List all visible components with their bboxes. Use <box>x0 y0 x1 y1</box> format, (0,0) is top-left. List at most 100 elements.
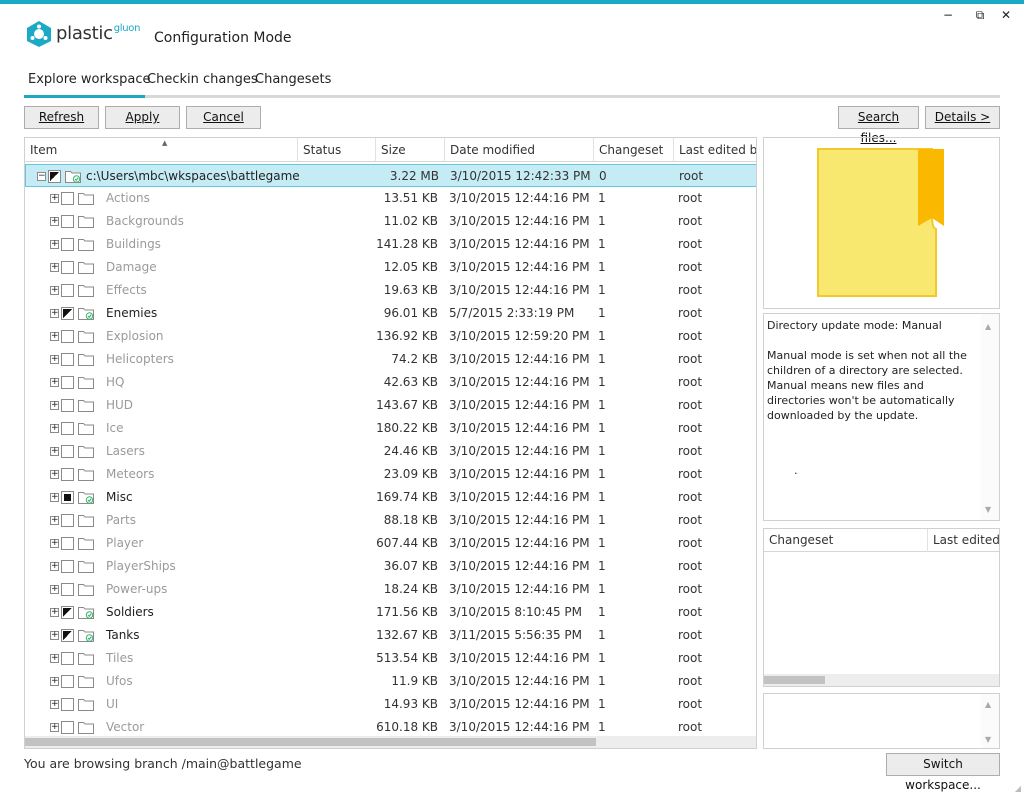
selection-checkbox[interactable] <box>61 261 74 274</box>
table-row[interactable]: + UI 14.93 KB 3/10/2015 12:44:16 PM 1 root <box>25 693 756 716</box>
selection-checkbox[interactable] <box>61 583 74 596</box>
restore-button[interactable]: ⧉ <box>972 8 988 23</box>
expand-toggle-icon[interactable]: + <box>50 286 59 295</box>
expand-toggle-icon[interactable]: + <box>50 608 59 617</box>
column-header-status[interactable]: Status <box>297 138 375 162</box>
selection-checkbox[interactable] <box>61 399 74 412</box>
expand-toggle-icon[interactable]: + <box>50 516 59 525</box>
expand-toggle-icon[interactable]: + <box>50 723 59 732</box>
expand-toggle-icon[interactable]: + <box>50 194 59 203</box>
expand-toggle-icon[interactable]: + <box>50 263 59 272</box>
expand-toggle-icon[interactable]: + <box>50 539 59 548</box>
table-row[interactable]: + Effects 19.63 KB 3/10/2015 12:44:16 PM 1 ro… <box>25 279 756 302</box>
selection-checkbox[interactable] <box>61 284 74 297</box>
cancel-button[interactable]: Cancel <box>186 106 261 129</box>
scrollbar-thumb[interactable] <box>764 676 825 684</box>
selection-checkbox[interactable] <box>61 606 74 619</box>
expand-toggle-icon[interactable]: + <box>50 700 59 709</box>
close-button[interactable]: ✕ <box>998 8 1014 22</box>
table-row[interactable]: + Lasers 24.46 KB 3/10/2015 12:44:16 PM 1 roo… <box>25 440 756 463</box>
expand-toggle-icon[interactable]: + <box>50 654 59 663</box>
column-header-last-edited-by[interactable]: Last edited by <box>927 529 999 552</box>
expand-toggle-icon[interactable]: + <box>50 355 59 364</box>
minimize-button[interactable]: − <box>940 8 956 22</box>
expand-toggle-icon[interactable]: + <box>50 470 59 479</box>
tab-explore-workspace[interactable]: Explore workspace <box>28 72 151 87</box>
scroll-down-icon[interactable]: ▼ <box>985 502 991 517</box>
table-row[interactable]: + Explosion 136.92 KB 3/10/2015 12:59:20 PM… <box>25 325 756 348</box>
expand-toggle-icon[interactable]: + <box>50 677 59 686</box>
selection-checkbox[interactable] <box>61 629 74 642</box>
selection-checkbox[interactable] <box>61 192 74 205</box>
table-row[interactable]: + Ufos 11.9 KB 3/10/2015 12:44:16 PM 1 root <box>25 670 756 693</box>
selection-checkbox[interactable] <box>61 445 74 458</box>
tab-changesets[interactable]: Changesets <box>255 72 331 87</box>
expand-toggle-icon[interactable]: + <box>50 447 59 456</box>
scroll-up-icon[interactable]: ▲ <box>985 700 991 709</box>
table-row[interactable]: + Actions 13.51 KB 3/10/2015 12:44:16 PM 1 ro… <box>25 187 756 210</box>
expand-toggle-icon[interactable]: + <box>50 378 59 387</box>
column-header-item[interactable]: Item <box>25 138 297 162</box>
vertical-scrollbar[interactable]: ▲ ▼ <box>981 694 999 748</box>
selection-checkbox[interactable] <box>61 514 74 527</box>
selection-checkbox[interactable] <box>61 675 74 688</box>
table-row[interactable]: + Damage 12.05 KB 3/10/2015 12:44:16 PM 1 roo… <box>25 256 756 279</box>
table-row[interactable]: + Meteors 23.09 KB 3/10/2015 12:44:16 PM 1 ro… <box>25 463 756 486</box>
changeset-list[interactable]: Changeset Last edited by <box>763 528 1000 687</box>
selection-checkbox[interactable] <box>61 422 74 435</box>
expand-toggle-icon[interactable]: + <box>50 332 59 341</box>
resize-grip-icon[interactable]: ◢ <box>1015 784 1021 793</box>
selection-checkbox[interactable] <box>61 652 74 665</box>
selection-checkbox[interactable] <box>61 215 74 228</box>
table-row[interactable]: + Helicopters 74.2 KB 3/10/2015 12:44:16 PM… <box>25 348 756 371</box>
table-row[interactable]: + Backgrounds 11.02 KB 3/10/2015 12:44:16 P… <box>25 210 756 233</box>
table-row[interactable]: + Buildings 141.28 KB 3/10/2015 12:44:16 PM… <box>25 233 756 256</box>
selection-checkbox[interactable] <box>61 537 74 550</box>
expand-toggle-icon[interactable]: + <box>50 217 59 226</box>
expand-toggle-icon[interactable]: + <box>50 240 59 249</box>
selection-checkbox[interactable] <box>61 330 74 343</box>
column-header-date-modified[interactable]: Date modified <box>444 138 593 162</box>
switch-workspace-button[interactable]: Switch workspace... <box>886 753 1000 792</box>
refresh-button[interactable]: Refresh <box>24 106 99 129</box>
search-files-button[interactable]: Search files... <box>838 106 919 145</box>
selection-checkbox[interactable] <box>61 560 74 573</box>
apply-button[interactable]: Apply <box>105 106 180 129</box>
selection-checkbox[interactable] <box>61 491 74 504</box>
table-row[interactable]: + Parts 88.18 KB 3/10/2015 12:44:16 PM 1 root <box>25 509 756 532</box>
tab-checkin-changes[interactable]: Checkin changes <box>147 72 258 87</box>
workspace-tree[interactable]: Item ▲ Status Size Date modified Changes… <box>24 137 757 749</box>
table-row[interactable]: − c:\Users\mbc\wkspaces\battlegame 3.22 MB… <box>25 164 756 187</box>
table-row[interactable]: + Power-ups 18.24 KB 3/10/2015 12:44:16 PM 1… <box>25 578 756 601</box>
selection-checkbox[interactable] <box>61 698 74 711</box>
expand-toggle-icon[interactable]: + <box>50 493 59 502</box>
comment-panel[interactable]: ▲ ▼ <box>763 693 1000 749</box>
selection-checkbox[interactable] <box>61 353 74 366</box>
expand-toggle-icon[interactable]: + <box>50 631 59 640</box>
scroll-down-icon[interactable]: ▼ <box>985 735 991 744</box>
table-row[interactable]: + Tanks 132.67 KB 3/11/2015 5:56:35 PM 1 root <box>25 624 756 647</box>
selection-checkbox[interactable] <box>61 307 74 320</box>
selection-checkbox[interactable] <box>61 721 74 734</box>
table-row[interactable]: + Enemies 96.01 KB 5/7/2015 2:33:19 PM 1 root <box>25 302 756 325</box>
table-row[interactable]: + PlayerShips 36.07 KB 3/10/2015 12:44:16 P… <box>25 555 756 578</box>
column-header-changeset[interactable]: Changeset <box>593 138 673 162</box>
expand-toggle-icon[interactable]: + <box>50 401 59 410</box>
selection-checkbox[interactable] <box>48 170 61 183</box>
table-row[interactable]: + HUD 143.67 KB 3/10/2015 12:44:16 PM 1 root <box>25 394 756 417</box>
scrollbar-thumb[interactable] <box>25 738 596 746</box>
table-row[interactable]: + Tiles 513.54 KB 3/10/2015 12:44:16 PM 1 roo… <box>25 647 756 670</box>
column-header-size[interactable]: Size <box>375 138 444 162</box>
selection-checkbox[interactable] <box>61 376 74 389</box>
table-row[interactable]: + HQ 42.63 KB 3/10/2015 12:44:16 PM 1 root <box>25 371 756 394</box>
scroll-up-icon[interactable]: ▲ <box>985 319 991 334</box>
table-row[interactable]: + Player 607.44 KB 3/10/2015 12:44:16 PM 1 ro… <box>25 532 756 555</box>
table-row[interactable]: + Misc 169.74 KB 3/10/2015 12:44:16 PM 1 root <box>25 486 756 509</box>
selection-checkbox[interactable] <box>61 238 74 251</box>
expand-toggle-icon[interactable]: − <box>37 172 46 181</box>
selection-checkbox[interactable] <box>61 468 74 481</box>
horizontal-scrollbar[interactable] <box>25 736 756 748</box>
expand-toggle-icon[interactable]: + <box>50 424 59 433</box>
expand-toggle-icon[interactable]: + <box>50 309 59 318</box>
vertical-scrollbar[interactable]: ▲ ▼ <box>981 314 999 520</box>
